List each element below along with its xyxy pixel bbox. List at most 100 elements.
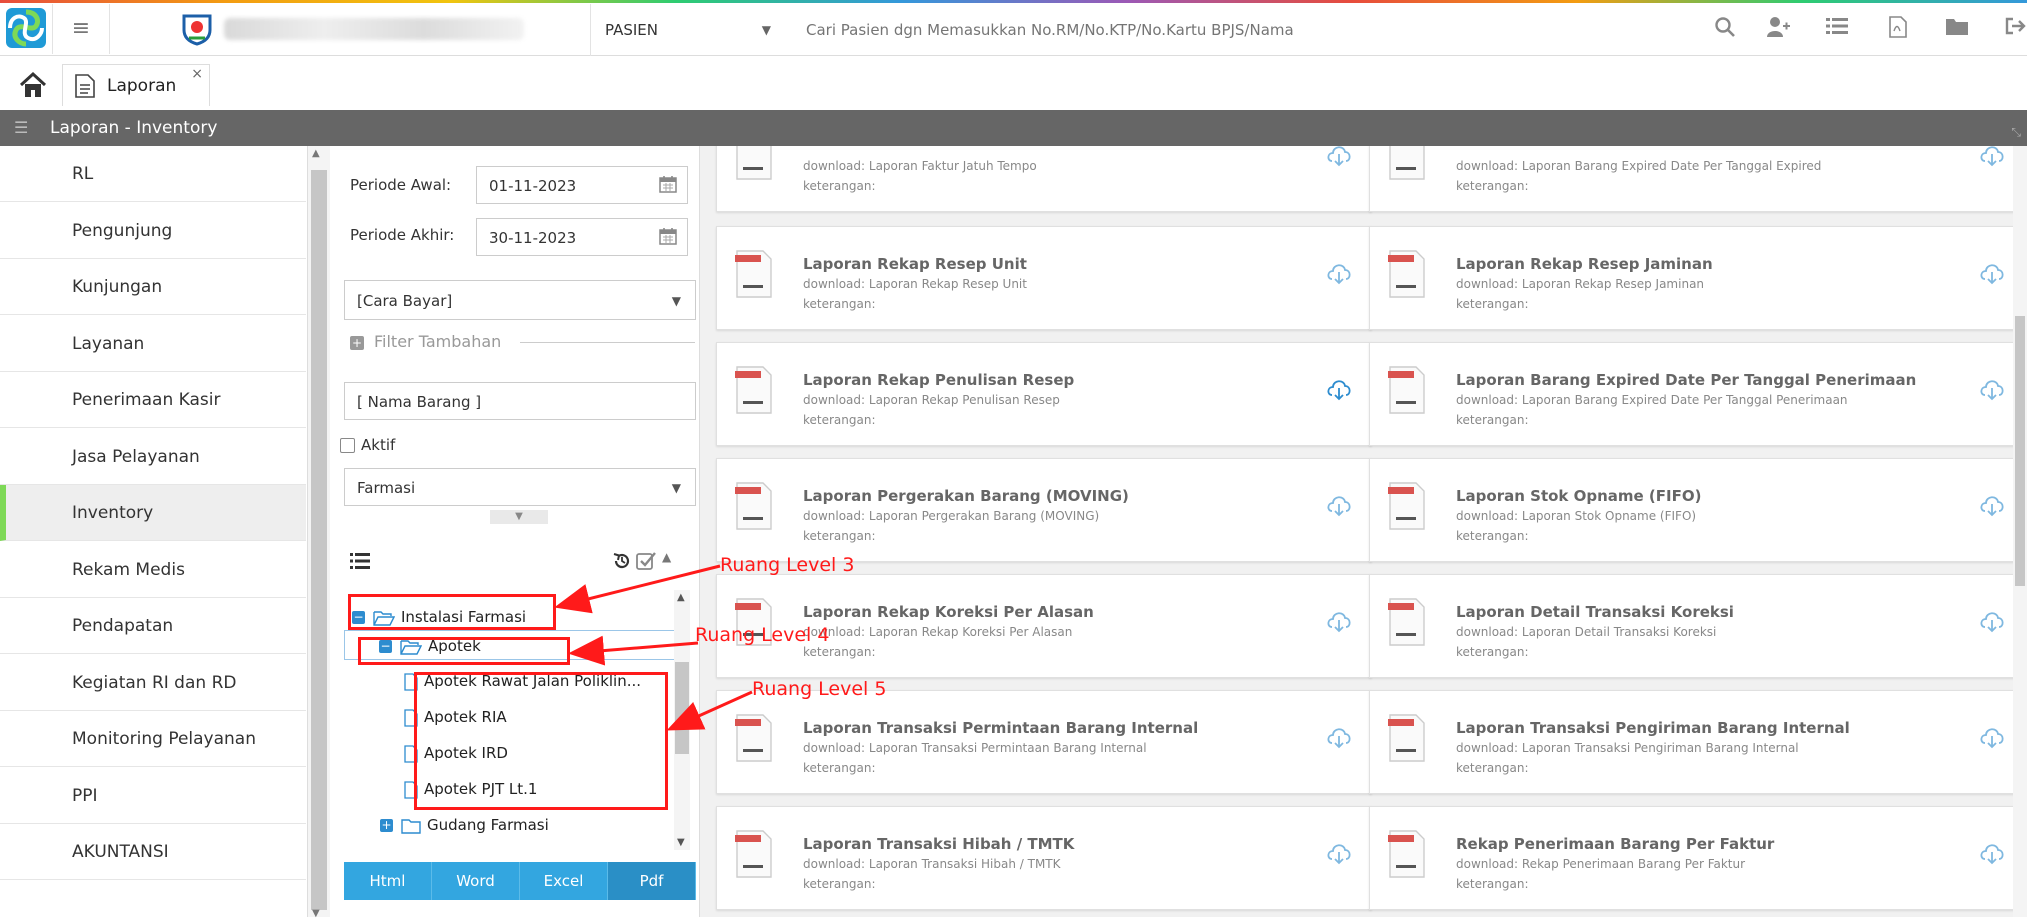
nama-barang-input[interactable]: [ Nama Barang ] xyxy=(344,382,696,420)
sidebar-item-pengunjung[interactable]: Pengunjung xyxy=(0,203,306,259)
reset-icon[interactable] xyxy=(612,551,632,571)
scroll-up-icon[interactable]: ▲ xyxy=(677,592,685,603)
export-excel-button[interactable]: Excel xyxy=(520,862,608,900)
home-icon[interactable] xyxy=(18,70,48,100)
cloud-download-icon[interactable] xyxy=(1978,607,2006,635)
report-title[interactable]: Laporan Pergerakan Barang (MOVING) xyxy=(803,487,1129,505)
list-icon[interactable] xyxy=(1825,16,1849,40)
export-word-button[interactable]: Word xyxy=(432,862,520,900)
add-user-icon[interactable] xyxy=(1766,16,1790,40)
tab-laporan[interactable]: Laporan × xyxy=(62,64,210,106)
scrollbar-thumb[interactable] xyxy=(311,170,327,910)
sidebar-scrollbar[interactable]: ▲ ▼ xyxy=(308,146,330,919)
report-title[interactable]: Laporan Transaksi Hibah / TMTK xyxy=(803,835,1074,853)
report-title[interactable]: Laporan Rekap Resep Unit xyxy=(803,255,1027,273)
report-card[interactable]: Laporan Transaksi Pengiriman Barang Inte… xyxy=(1369,690,2025,794)
cloud-download-icon[interactable] xyxy=(1978,723,2006,751)
cara-bayar-select[interactable]: [Cara Bayar] ▼ xyxy=(344,280,696,320)
report-card[interactable]: download: Laporan Barang Expired Date Pe… xyxy=(1369,146,2025,212)
export-pdf-button[interactable]: Pdf xyxy=(608,862,696,900)
periode-awal-input[interactable]: 01-11-2023 xyxy=(476,166,688,204)
report-card[interactable]: Laporan Detail Transaksi Koreksi download… xyxy=(1369,574,2025,678)
logout-icon[interactable] xyxy=(2003,16,2027,40)
sidebar-item-kunjungan[interactable]: Kunjungan xyxy=(0,259,306,315)
report-title[interactable]: Laporan Rekap Resep Jaminan xyxy=(1456,255,1713,273)
search-icon[interactable] xyxy=(1713,16,1737,40)
scroll-down-icon[interactable]: ▼ xyxy=(312,908,320,919)
close-icon[interactable]: × xyxy=(191,53,203,95)
sidebar-item-penerimaan-kasir[interactable]: Penerimaan Kasir xyxy=(0,372,306,428)
report-title[interactable]: Laporan Rekap Penulisan Resep xyxy=(803,371,1074,389)
report-title[interactable]: Laporan Barang Expired Date Per Tanggal … xyxy=(1456,371,1916,389)
check-all-icon[interactable] xyxy=(636,551,656,571)
sidebar-item-jasa-pelayanan[interactable]: Jasa Pelayanan xyxy=(0,429,306,485)
folder-icon xyxy=(401,818,421,834)
report-card[interactable]: Laporan Barang Expired Date Per Tanggal … xyxy=(1369,342,2025,446)
sidebar-item-pendapatan[interactable]: Pendapatan xyxy=(0,598,306,654)
hamburger-icon[interactable]: ☰ xyxy=(14,110,28,146)
sidebar-item-inventory[interactable]: Inventory xyxy=(0,485,306,541)
report-card[interactable]: Laporan Transaksi Permintaan Barang Inte… xyxy=(716,690,1372,794)
cloud-download-icon[interactable] xyxy=(1325,375,1353,403)
cloud-download-icon[interactable] xyxy=(1325,259,1353,287)
sidebar-item-rl[interactable]: RL xyxy=(0,146,306,202)
cloud-download-icon[interactable] xyxy=(1325,491,1353,519)
sidebar-item-monitoring-pelayanan[interactable]: Monitoring Pelayanan xyxy=(0,711,306,767)
calendar-icon[interactable] xyxy=(659,175,677,193)
cloud-download-icon[interactable] xyxy=(1978,146,2006,169)
report-title[interactable]: Laporan Transaksi Pengiriman Barang Inte… xyxy=(1456,719,1850,737)
sidebar-item-ppi[interactable]: PPI xyxy=(0,768,306,824)
list-icon[interactable] xyxy=(350,552,370,570)
tree-scrollbar[interactable]: ▲ ▼ xyxy=(674,590,690,850)
report-card[interactable]: Rekap Penerimaan Barang Per Faktur downlo… xyxy=(1369,806,2025,910)
cloud-download-icon[interactable] xyxy=(1978,259,2006,287)
pdf-report-icon xyxy=(735,250,772,298)
collapse-up-icon[interactable]: ▲ xyxy=(662,550,671,564)
cloud-download-icon[interactable] xyxy=(1978,491,2006,519)
report-card[interactable]: Laporan Stok Opname (FIFO) download: Lapo… xyxy=(1369,458,2025,562)
panel-expand-handle[interactable]: ▼ xyxy=(490,510,548,524)
instalasi-select[interactable]: Farmasi ▼ xyxy=(344,468,696,506)
report-card[interactable]: Laporan Rekap Resep Unit download: Lapora… xyxy=(716,226,1372,330)
scroll-up-icon[interactable]: ▲ xyxy=(312,148,320,159)
cloud-download-icon[interactable] xyxy=(1325,607,1353,635)
filter-tambahan-toggle[interactable]: + Filter Tambahan xyxy=(350,332,695,352)
report-title[interactable]: Laporan Transaksi Permintaan Barang Inte… xyxy=(803,719,1198,737)
resize-icon[interactable]: ⤡ xyxy=(2011,114,2021,150)
report-title[interactable]: Rekap Penerimaan Barang Per Faktur xyxy=(1456,835,1774,853)
sidebar-item-layanan[interactable]: Layanan xyxy=(0,316,306,372)
periode-akhir-input[interactable]: 30-11-2023 xyxy=(476,218,688,256)
report-card[interactable]: download: Laporan Faktur Jatuh Tempo kete… xyxy=(716,146,1372,212)
report-title[interactable]: Laporan Stok Opname (FIFO) xyxy=(1456,487,1701,505)
expand-icon[interactable]: + xyxy=(380,819,393,832)
content-scrollbar[interactable] xyxy=(2013,146,2027,917)
cloud-download-icon[interactable] xyxy=(1325,723,1353,751)
scroll-down-icon[interactable]: ▼ xyxy=(677,837,685,848)
report-card[interactable]: Laporan Rekap Penulisan Resep download: L… xyxy=(716,342,1372,446)
patient-type-select[interactable]: PASIEN ▼ xyxy=(590,4,785,56)
report-card[interactable]: Laporan Pergerakan Barang (MOVING) downlo… xyxy=(716,458,1372,562)
sidebar-item-akuntansi[interactable]: AKUNTANSI xyxy=(0,824,306,880)
report-title[interactable]: Laporan Rekap Koreksi Per Alasan xyxy=(803,603,1094,621)
tree-node-gudang-farmasi[interactable]: + Gudang Farmasi xyxy=(380,810,549,840)
aktif-checkbox[interactable]: Aktif xyxy=(340,436,395,454)
cloud-download-icon[interactable] xyxy=(1978,375,2006,403)
report-card[interactable]: Laporan Transaksi Hibah / TMTK download: … xyxy=(716,806,1372,910)
pdf-icon[interactable] xyxy=(1886,16,1910,40)
menu-toggle-icon[interactable]: ≡ xyxy=(52,4,110,54)
checkbox-icon[interactable] xyxy=(340,438,355,453)
calendar-icon[interactable] xyxy=(659,227,677,245)
cloud-download-icon[interactable] xyxy=(1325,146,1353,169)
sidebar-item-kegiatan-ri-rd[interactable]: Kegiatan RI dan RD xyxy=(0,655,306,711)
export-html-button[interactable]: Html xyxy=(344,862,432,900)
patient-search-input[interactable] xyxy=(790,4,1590,56)
cloud-download-icon[interactable] xyxy=(1325,839,1353,867)
scrollbar-thumb[interactable] xyxy=(2015,316,2025,586)
report-card[interactable]: Laporan Rekap Resep Jaminan download: Lap… xyxy=(1369,226,2025,330)
sidebar-item-rekam-medis[interactable]: Rekam Medis xyxy=(0,542,306,598)
report-title[interactable]: Laporan Detail Transaksi Koreksi xyxy=(1456,603,1734,621)
scrollbar-thumb[interactable] xyxy=(675,662,689,754)
app-logo[interactable] xyxy=(6,8,46,48)
folder-icon[interactable] xyxy=(1945,16,1969,40)
cloud-download-icon[interactable] xyxy=(1978,839,2006,867)
